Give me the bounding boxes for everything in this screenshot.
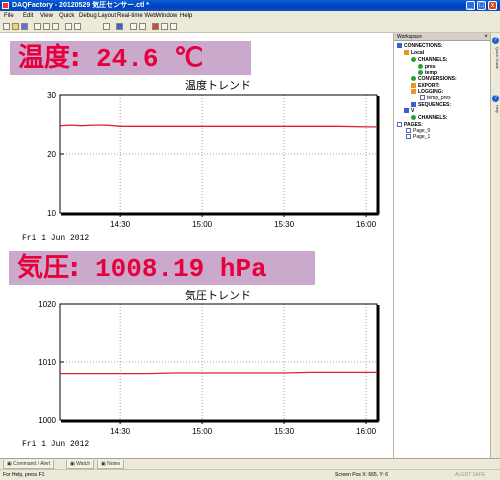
tab-help[interactable]: Help <box>492 105 500 125</box>
menu-quick[interactable]: Quick <box>59 11 74 21</box>
x-tick-label: 15:00 <box>192 427 213 436</box>
channel-icon <box>418 70 423 75</box>
tree-page-1[interactable]: Page_1 <box>406 134 430 140</box>
local-icon <box>404 50 409 55</box>
toolbar <box>0 21 500 33</box>
channel-icon <box>418 64 423 69</box>
undo-icon[interactable] <box>65 23 72 30</box>
series-line <box>60 371 377 375</box>
pressure-chart[interactable]: 1020 1010 1000 14:30 15:00 15:30 16:00 <box>0 33 393 458</box>
redo-icon[interactable] <box>74 23 81 30</box>
workspace-panel: Workspace × CONNECTIONS: Local CHANNELS:… <box>393 33 491 458</box>
tool-icon[interactable] <box>139 23 146 30</box>
menu-window[interactable]: Window <box>156 11 177 21</box>
window-title: DAQFactory - 20120529 気圧センサー.ctl * <box>12 2 149 9</box>
page-icon <box>406 128 411 133</box>
menu-view[interactable]: View <box>40 11 53 21</box>
open-icon[interactable] <box>12 23 19 30</box>
app-icon <box>2 2 9 9</box>
paste-icon[interactable] <box>52 23 59 30</box>
y-tick-label: 1020 <box>38 300 56 309</box>
tree-local[interactable]: Local <box>404 50 424 56</box>
copy-icon[interactable] <box>43 23 50 30</box>
export-icon <box>411 83 416 88</box>
v-icon <box>404 108 409 113</box>
tree-conversions[interactable]: CONVERSIONS: <box>411 76 457 82</box>
menu-file[interactable]: File <box>4 11 14 21</box>
tab-watch[interactable]: ▣ Watch <box>66 460 95 469</box>
conversions-icon <box>411 76 416 81</box>
channels-icon <box>411 57 416 62</box>
workspace-tree[interactable]: CONNECTIONS: Local CHANNELS: pres temp C… <box>394 41 491 458</box>
close-icon[interactable]: × <box>483 34 489 40</box>
pressure-chart-date: Fri 1 Jun 2012 <box>22 440 90 449</box>
sequences-icon <box>411 102 416 107</box>
menu-realtime-web[interactable]: Real-time Web <box>117 11 157 21</box>
pages-icon <box>397 122 402 127</box>
x-tick-label: 15:30 <box>274 427 295 436</box>
tab-notes[interactable]: ▣ Notes <box>97 460 125 469</box>
help-tab-icon[interactable]: ? <box>492 95 499 102</box>
workspace-title: Workspace <box>397 34 422 40</box>
cut-icon[interactable] <box>34 23 41 30</box>
save-icon[interactable] <box>21 23 28 30</box>
help-icon[interactable] <box>116 23 123 30</box>
log-icon <box>420 95 425 100</box>
tab-command-alert[interactable]: ▣ Command / Alert <box>3 460 55 469</box>
tree-v[interactable]: V <box>404 108 414 114</box>
menu-layout[interactable]: Layout <box>98 11 116 21</box>
grid-icon[interactable] <box>170 23 177 30</box>
status-bar: For Help, press F1 Screen Pos X: 665, Y:… <box>0 469 500 480</box>
tree-channels[interactable]: CHANNELS: <box>411 57 447 63</box>
channels-icon <box>411 115 416 120</box>
flask-icon[interactable] <box>152 23 159 30</box>
tab-quick-guide[interactable]: Quick Guide <box>492 47 500 91</box>
minimize-button[interactable]: _ <box>466 1 475 10</box>
tree-v-channels[interactable]: CHANNELS: <box>411 115 447 121</box>
close-button[interactable]: x <box>488 1 497 10</box>
logging-icon <box>411 89 416 94</box>
print-icon[interactable] <box>103 23 110 30</box>
tool-icon[interactable] <box>130 23 137 30</box>
title-bar[interactable]: DAQFactory - 20120529 気圧センサー.ctl * _ □ x <box>0 0 500 11</box>
page-canvas: 温度: 24.6 ℃ 温度トレンド 30 20 10 14:30 15:00 15:30 1… <box>0 33 393 458</box>
side-tabs: ? Quick Guide ? Help <box>490 33 500 458</box>
tree-sequences[interactable]: SEQUENCES: <box>411 102 451 108</box>
menu-debug[interactable]: Debug <box>79 11 97 21</box>
x-tick-label: 16:00 <box>356 427 377 436</box>
new-icon[interactable] <box>3 23 10 30</box>
tree-log-temp-pres[interactable]: temp_pres <box>420 95 451 101</box>
page-icon <box>406 134 411 139</box>
y-tick-label: 1010 <box>38 358 56 367</box>
chart-icon[interactable] <box>161 23 168 30</box>
quick-guide-icon[interactable]: ? <box>492 37 499 44</box>
workspace-header: Workspace × <box>394 33 491 41</box>
tree-connections[interactable]: CONNECTIONS: <box>397 43 443 49</box>
plot-frame <box>59 303 378 421</box>
maximize-button[interactable]: □ <box>477 1 486 10</box>
x-tick-label: 14:30 <box>110 427 131 436</box>
menu-bar: File Edit View Quick Debug Layout Real-t… <box>0 11 500 21</box>
menu-help[interactable]: Help <box>180 11 192 21</box>
y-tick-label: 1000 <box>38 416 56 425</box>
menu-edit[interactable]: Edit <box>23 11 33 21</box>
connections-icon <box>397 43 402 48</box>
